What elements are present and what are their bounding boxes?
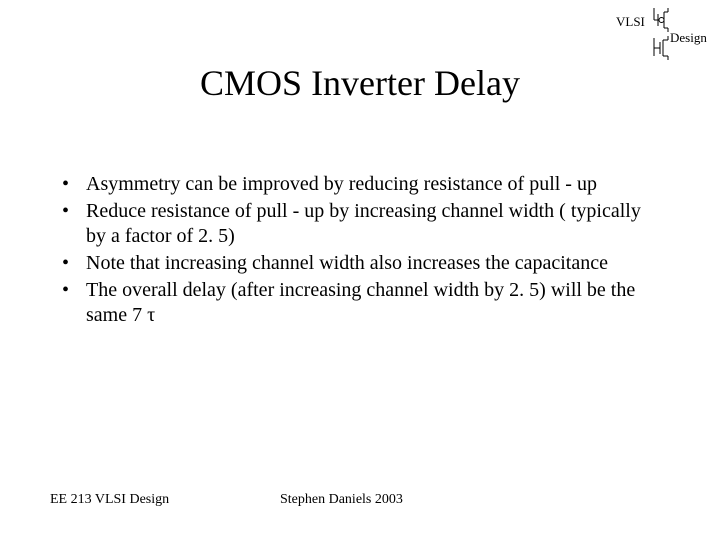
footer: EE 213 VLSI Design Stephen Daniels 2003 [50,488,670,512]
bullet-text: Reduce resistance of pull - up by increa… [86,199,662,249]
list-item: • Reduce resistance of pull - up by incr… [62,199,662,249]
header-design-label: Design [670,30,707,46]
header-vlsi-label: VLSI [616,14,645,30]
footer-course: EE 213 VLSI Design [50,492,270,508]
bullet-text: Note that increasing channel width also … [86,251,608,276]
list-item: • Asymmetry can be improved by reducing … [62,172,662,197]
header-logo: VLSI Design [568,8,708,62]
slide-title: CMOS Inverter Delay [0,62,720,104]
bullet-text: The overall delay (after increasing chan… [86,278,662,328]
bullet-marker: • [62,199,86,224]
bullet-text: Asymmetry can be improved by reducing re… [86,172,597,197]
list-item: • The overall delay (after increasing ch… [62,278,662,328]
bullet-marker: • [62,278,86,303]
bullet-marker: • [62,251,86,276]
bullet-list: • Asymmetry can be improved by reducing … [62,172,662,330]
list-item: • Note that increasing channel width als… [62,251,662,276]
footer-author: Stephen Daniels 2003 [270,492,670,508]
bullet-marker: • [62,172,86,197]
